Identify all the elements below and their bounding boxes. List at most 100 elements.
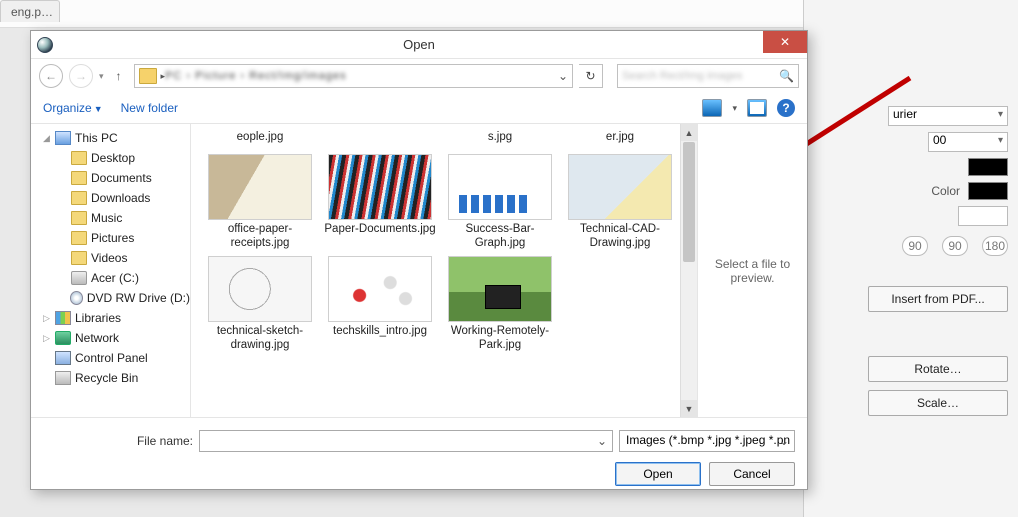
new-folder-button[interactable]: New folder xyxy=(121,101,178,115)
size-dropdown[interactable]: 00 xyxy=(928,132,1008,152)
tree-item[interactable]: DVD RW Drive (D:) xyxy=(31,288,190,308)
tree-item[interactable]: Documents xyxy=(31,168,190,188)
arrow-left-icon: ← xyxy=(45,69,57,83)
file-item[interactable]: Working-Remotely-Park.jpg xyxy=(441,256,559,352)
tree-item[interactable]: Downloads xyxy=(31,188,190,208)
dialog-titlebar[interactable]: Open ✕ xyxy=(31,31,807,59)
scale-button[interactable]: Scale… xyxy=(868,390,1008,416)
file-thumbnail xyxy=(328,154,432,220)
font-dropdown[interactable]: urier xyxy=(888,106,1008,126)
scroll-down-icon[interactable]: ▼ xyxy=(681,400,697,417)
organize-menu[interactable]: Organize▼ xyxy=(43,101,103,115)
file-list[interactable]: eople.jpg s.jpger.jpg office-paper-receip… xyxy=(191,124,697,417)
expand-icon[interactable]: ▷ xyxy=(43,333,51,344)
document-tab[interactable]: eng.p… xyxy=(0,0,60,22)
tree-item[interactable]: Pictures xyxy=(31,228,190,248)
file-caption: Success-Bar-Graph.jpg xyxy=(441,222,559,250)
font-value: urier xyxy=(893,107,917,121)
tree-label: Pictures xyxy=(91,231,134,245)
rotate-180[interactable]: 180 xyxy=(982,236,1008,256)
refresh-button[interactable]: ↻ xyxy=(579,64,603,88)
file-item[interactable]: Success-Bar-Graph.jpg xyxy=(441,154,559,250)
search-input[interactable]: Search Rect/Img images 🔍 xyxy=(617,64,799,88)
file-item[interactable]: Paper-Documents.jpg xyxy=(321,154,439,250)
file-item[interactable] xyxy=(321,128,439,144)
forward-button[interactable]: → xyxy=(69,64,93,88)
folder-icon xyxy=(71,211,87,225)
properties-panel: urier 00 Color 90 90 180 Insert from PDF… xyxy=(803,0,1018,517)
close-button[interactable]: ✕ xyxy=(763,31,807,53)
file-caption: techskills_intro.jpg xyxy=(321,324,439,338)
tree-item[interactable]: Music xyxy=(31,208,190,228)
file-item[interactable]: technical-sketch-drawing.jpg xyxy=(201,256,319,352)
filename-input[interactable] xyxy=(199,430,613,452)
help-button[interactable]: ? xyxy=(777,99,795,117)
breadcrumb: PC › Picture › Rect/Img/images xyxy=(165,70,347,82)
stroke-color-swatch[interactable] xyxy=(968,182,1008,200)
file-thumbnail xyxy=(448,154,552,220)
cancel-button[interactable]: Cancel xyxy=(709,462,795,486)
file-thumbnail xyxy=(448,256,552,322)
file-caption: Paper-Documents.jpg xyxy=(321,222,439,236)
filename-label: File name: xyxy=(43,434,193,448)
rotate-left-90[interactable]: 90 xyxy=(902,236,928,256)
file-item[interactable]: er.jpg xyxy=(561,128,679,144)
file-caption: technical-sketch-drawing.jpg xyxy=(201,324,319,352)
tree-item[interactable]: ◢This PC xyxy=(31,128,190,148)
tree-item[interactable]: ▷Network xyxy=(31,328,190,348)
file-item[interactable]: eople.jpg xyxy=(201,128,319,144)
folder-tree[interactable]: ◢This PCDesktop Documents Downloads Music Pi… xyxy=(31,124,191,417)
close-icon: ✕ xyxy=(780,35,790,49)
arrow-right-icon: → xyxy=(75,69,87,83)
refresh-icon: ↻ xyxy=(585,69,595,83)
file-type-filter[interactable]: Images (*.bmp *.jpg *.jpeg *.pn xyxy=(619,430,795,452)
tree-item[interactable]: Videos xyxy=(31,248,190,268)
tree-item[interactable]: Control Panel xyxy=(31,348,190,368)
folder-icon xyxy=(71,231,87,245)
dialog-toolbar: Organize▼ New folder ▾ ? xyxy=(31,93,807,123)
tree-label: Videos xyxy=(91,251,127,265)
bin-icon xyxy=(55,371,71,385)
chevron-down-icon[interactable]: ⌄ xyxy=(558,69,568,83)
tree-item[interactable]: Desktop xyxy=(31,148,190,168)
tree-label: Downloads xyxy=(91,191,150,205)
file-item[interactable]: Technical-CAD-Drawing.jpg xyxy=(561,154,679,250)
file-caption: eople.jpg xyxy=(201,130,319,144)
tree-label: Control Panel xyxy=(75,351,148,365)
tree-item[interactable]: ▷ Libraries xyxy=(31,308,190,328)
file-thumbnail xyxy=(568,154,672,220)
up-button[interactable]: ↑ xyxy=(110,69,128,83)
tree-label: DVD RW Drive (D:) xyxy=(87,291,190,305)
insert-from-pdf-button[interactable]: Insert from PDF... xyxy=(868,286,1008,312)
preview-hint: Select a file to preview. xyxy=(706,257,799,285)
expand-icon[interactable]: ◢ xyxy=(43,133,51,144)
numeric-spinner[interactable] xyxy=(958,206,1008,226)
rotate-button[interactable]: Rotate… xyxy=(868,356,1008,382)
preview-pane-toggle[interactable] xyxy=(747,99,767,117)
open-file-dialog: Open ✕ ← → ▾ ↑ ▸ PC › Picture › Rect/Img… xyxy=(30,30,808,490)
file-item[interactable]: s.jpg xyxy=(441,128,559,144)
fill-color-swatch[interactable] xyxy=(968,158,1008,176)
open-button[interactable]: Open xyxy=(615,462,701,486)
scrollbar[interactable]: ▲ ▼ xyxy=(680,124,697,417)
tree-label: Libraries xyxy=(75,311,121,325)
back-button[interactable]: ← xyxy=(39,64,63,88)
file-item[interactable]: office-paper-receipts.jpg xyxy=(201,154,319,250)
dialog-footer: File name: Images (*.bmp *.jpg *.jpeg *.… xyxy=(31,418,807,496)
file-caption: er.jpg xyxy=(561,130,679,144)
file-thumbnail xyxy=(328,256,432,322)
rotate-right-90[interactable]: 90 xyxy=(942,236,968,256)
filter-value: Images (*.bmp *.jpg *.jpeg *.pn xyxy=(626,433,790,447)
tree-item[interactable]: Acer (C:) xyxy=(31,268,190,288)
tree-item[interactable]: Recycle Bin xyxy=(31,368,190,388)
tree-label: Documents xyxy=(91,171,152,185)
search-icon: 🔍 xyxy=(779,69,794,83)
folder-icon xyxy=(139,68,157,84)
expand-icon[interactable]: ▷ xyxy=(43,313,51,324)
cp-icon xyxy=(55,351,71,365)
view-mode-button[interactable] xyxy=(702,99,722,117)
file-item[interactable]: techskills_intro.jpg xyxy=(321,256,439,352)
scroll-up-icon[interactable]: ▲ xyxy=(681,124,697,141)
address-bar[interactable]: ▸ PC › Picture › Rect/Img/images ⌄ xyxy=(134,64,573,88)
scrollbar-thumb[interactable] xyxy=(683,142,695,262)
